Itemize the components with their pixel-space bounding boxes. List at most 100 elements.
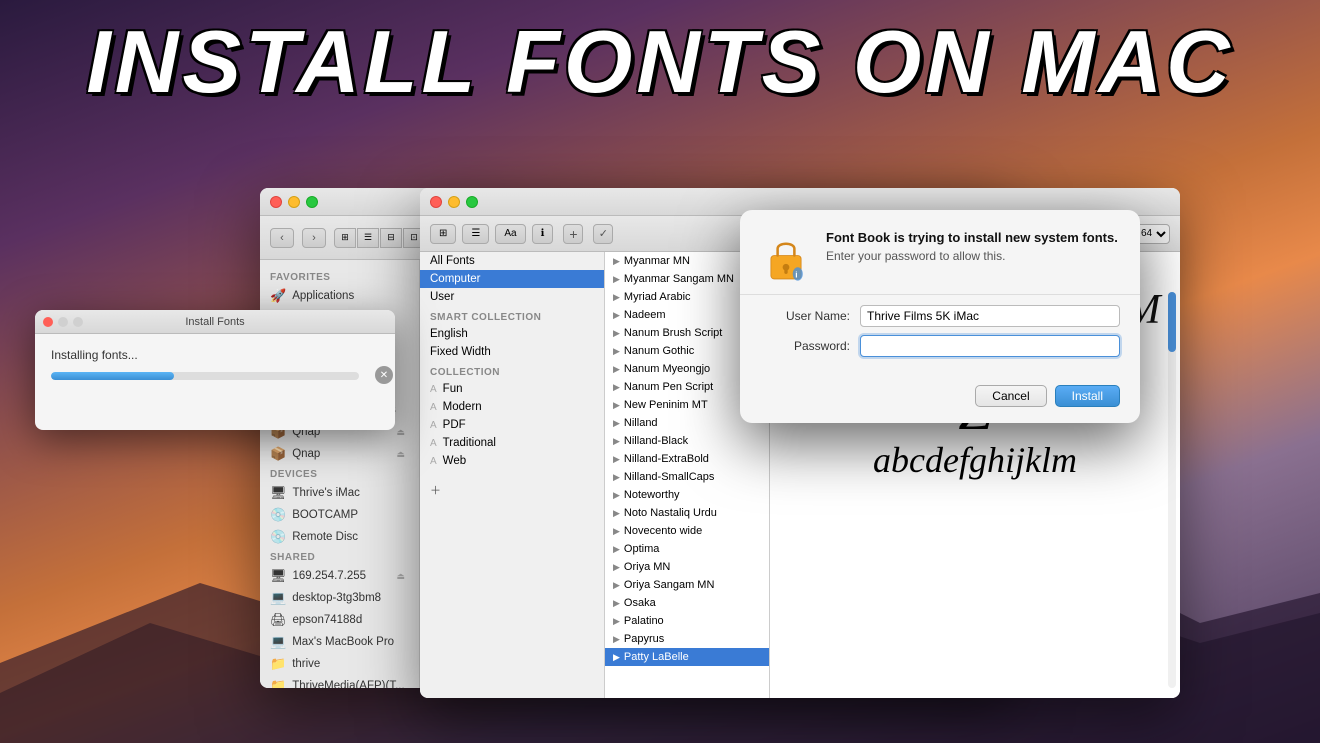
arrow-noteworthy: ▶ <box>613 490 620 501</box>
fb-add-collection[interactable]: ＋ <box>420 478 604 502</box>
font-name-nilland: Nilland <box>624 417 658 429</box>
fontbook-minimize[interactable] <box>448 196 460 208</box>
install-close[interactable] <box>43 317 53 327</box>
font-name-osaka: Osaka <box>624 597 656 609</box>
font-noteworthy[interactable]: ▶ Noteworthy <box>605 486 769 504</box>
fontbook-close[interactable] <box>430 196 442 208</box>
username-input[interactable] <box>860 305 1120 327</box>
font-papyrus[interactable]: ▶ Papyrus <box>605 630 769 648</box>
web-bullet: A <box>430 456 437 467</box>
traditional-bullet: A <box>430 438 437 449</box>
devices-label: DEVICES <box>260 465 419 482</box>
install-fonts-dialog: Install Fonts Installing fonts... ✕ <box>35 310 395 430</box>
fb-fun[interactable]: A Fun <box>420 380 604 398</box>
arrow-nilland-smallcaps: ▶ <box>613 472 620 483</box>
sidebar-item-bootcamp[interactable]: 💿 BOOTCAMP <box>260 504 419 526</box>
page-title: INSTALL FONTS ON MAC <box>0 18 1320 106</box>
list-view-btn[interactable]: ☰ <box>357 228 379 248</box>
column-view-btn[interactable]: ⊟ <box>380 228 402 248</box>
font-nilland-smallcaps[interactable]: ▶ Nilland-SmallCaps <box>605 468 769 486</box>
font-oriya-mn[interactable]: ▶ Oriya MN <box>605 558 769 576</box>
font-noto-nastaliq[interactable]: ▶ Noto Nastaliq Urdu <box>605 504 769 522</box>
preview-scrollthumb <box>1168 292 1176 352</box>
install-max[interactable] <box>73 317 83 327</box>
arrow-nanum-pen: ▶ <box>613 382 620 393</box>
sidebar-item-desktop[interactable]: 💻 desktop-3tg3bm8 <box>260 587 419 609</box>
font-name-novecento: Novecento wide <box>624 525 702 537</box>
font-name-myriad-arabic: Myriad Arabic <box>624 291 691 303</box>
smart-collection-header: Smart Collection <box>420 306 604 325</box>
remote-disc-icon: 💿 <box>270 529 286 545</box>
icon-view-btn[interactable]: ⊞ <box>334 228 356 248</box>
cancel-button[interactable]: Cancel <box>975 385 1046 407</box>
back-button[interactable]: ‹ <box>270 228 294 248</box>
arrow-optima: ▶ <box>613 544 620 555</box>
font-nilland-black[interactable]: ▶ Nilland-Black <box>605 432 769 450</box>
font-oriya-sangam[interactable]: ▶ Oriya Sangam MN <box>605 576 769 594</box>
fb-pdf[interactable]: A PDF <box>420 416 604 434</box>
fontbook-grid-view[interactable]: ⊞ <box>430 224 456 244</box>
fontbook-aa-btn[interactable]: Aa <box>495 224 525 244</box>
fun-bullet: A <box>430 384 437 395</box>
font-name-nilland-extrabold: Nilland-ExtraBold <box>624 453 709 465</box>
minimize-button[interactable] <box>288 196 300 208</box>
install-dialog-title: Install Fonts <box>35 316 395 328</box>
sidebar-item-applications[interactable]: 🚀 Applications <box>260 285 419 307</box>
font-name-nanum-brush: Nanum Brush Script <box>624 327 722 339</box>
network-icon: 🖥 <box>270 568 287 584</box>
sidebar-item-ip[interactable]: 🖥 169.254.7.255 ⏏ <box>260 565 419 587</box>
arrow-myanmar-sangam-mn: ▶ <box>613 274 620 285</box>
sidebar-item-remote-disc[interactable]: 💿 Remote Disc <box>260 526 419 548</box>
fb-user[interactable]: User <box>420 288 604 306</box>
font-name-nanum-myeongjo: Nanum Myeongjo <box>624 363 710 375</box>
view-buttons: ⊞ ☰ ⊟ ⊡ <box>334 228 425 248</box>
fixed-width-label: Fixed Width <box>430 346 491 358</box>
fontbook-info-btn[interactable]: ℹ <box>532 224 554 244</box>
progress-fill <box>51 372 174 380</box>
install-button[interactable]: Install <box>1055 385 1120 407</box>
bootcamp-icon: 💿 <box>270 507 286 523</box>
fontbook-size-select[interactable]: 64 <box>1136 224 1170 244</box>
font-name-myanmar-sangam-mn: Myanmar Sangam MN <box>624 273 734 285</box>
favorites-label: FAVORITES <box>260 268 419 285</box>
password-input[interactable] <box>860 335 1120 357</box>
sidebar-item-thrivemedia-afp[interactable]: 📁 ThriveMedia(AFP)(T... <box>260 675 419 688</box>
close-button[interactable] <box>270 196 282 208</box>
fb-fixed-width[interactable]: Fixed Width <box>420 343 604 361</box>
font-novecento[interactable]: ▶ Novecento wide <box>605 522 769 540</box>
fb-traditional[interactable]: A Traditional <box>420 434 604 452</box>
fb-modern[interactable]: A Modern <box>420 398 604 416</box>
fontbook-check-btn[interactable]: ✓ <box>593 224 613 244</box>
fontbook-add-btn[interactable]: + <box>563 224 583 244</box>
fb-computer[interactable]: Computer <box>420 270 604 288</box>
auth-dialog: i Font Book is trying to install new sys… <box>740 210 1140 423</box>
sidebar-item-macbook[interactable]: 💻 Max's MacBook Pro <box>260 631 419 653</box>
fontbook-list-view[interactable]: ☰ <box>462 224 489 244</box>
arrow-myriad-arabic: ▶ <box>613 292 620 303</box>
fb-web[interactable]: A Web <box>420 452 604 470</box>
font-name-palatino: Palatino <box>624 615 664 627</box>
qnap2-icon: 📦 <box>270 446 286 462</box>
font-palatino[interactable]: ▶ Palatino <box>605 612 769 630</box>
sidebar-item-qnap2[interactable]: 📦 Qnap ⏏ <box>260 443 419 465</box>
fontbook-maximize[interactable] <box>466 196 478 208</box>
font-optima[interactable]: ▶ Optima <box>605 540 769 558</box>
font-patty-labelle[interactable]: ▶ Patty LaBelle <box>605 648 769 666</box>
sidebar-item-epson[interactable]: 🖨 epson74188d <box>260 609 419 631</box>
font-osaka[interactable]: ▶ Osaka <box>605 594 769 612</box>
preview-scrollbar[interactable] <box>1168 292 1176 688</box>
font-nilland-extrabold[interactable]: ▶ Nilland-ExtraBold <box>605 450 769 468</box>
sidebar-item-thrive[interactable]: 📁 thrive <box>260 653 419 675</box>
maximize-button[interactable] <box>306 196 318 208</box>
install-min[interactable] <box>58 317 68 327</box>
fb-english[interactable]: English <box>420 325 604 343</box>
arrow-nanum-gothic: ▶ <box>613 346 620 357</box>
applications-icon: 🚀 <box>270 288 286 304</box>
arrow-palatino: ▶ <box>613 616 620 627</box>
sidebar-item-imac[interactable]: 🖥 Thrive's iMac <box>260 482 419 504</box>
forward-button[interactable]: › <box>302 228 326 248</box>
progress-cancel-btn[interactable]: ✕ <box>375 366 393 384</box>
font-name-nanum-gothic: Nanum Gothic <box>624 345 694 357</box>
fb-all-fonts[interactable]: All Fonts <box>420 252 604 270</box>
auth-text-block: Font Book is trying to install new syste… <box>826 230 1118 263</box>
